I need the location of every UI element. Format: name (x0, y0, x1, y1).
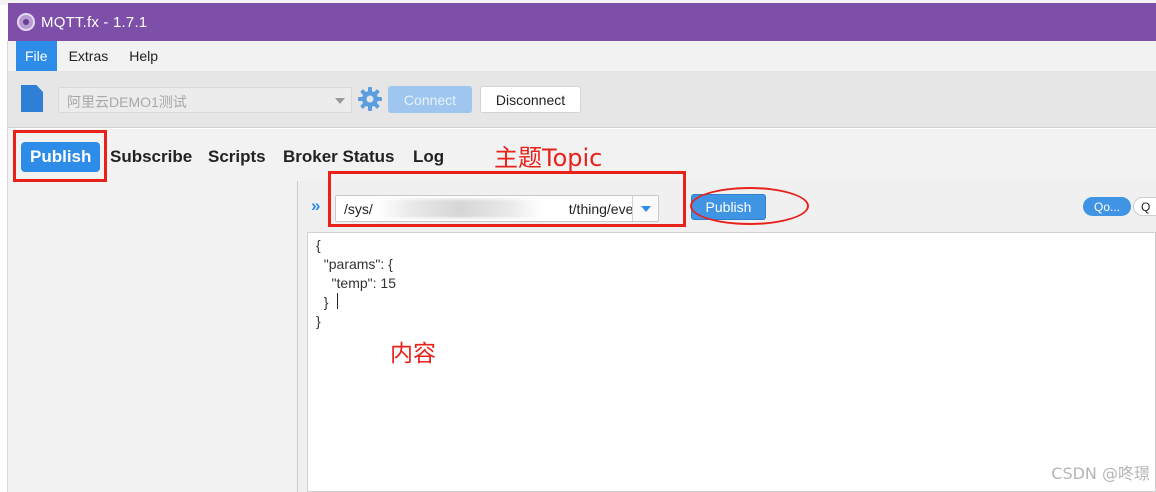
payload-line: "temp": 15 (316, 275, 396, 291)
menu-extras[interactable]: Extras (60, 41, 118, 71)
payload-line: { (316, 237, 321, 253)
double-chevron-right-icon[interactable]: » (311, 196, 320, 216)
connection-profile-value: 阿里云DEMO1测试 (67, 94, 187, 110)
annotation-box-topic (328, 171, 686, 227)
payload-line: } (316, 313, 321, 329)
tab-scripts[interactable]: Scripts (208, 142, 266, 172)
watermark: CSDN @咚璟 (1051, 464, 1150, 483)
chevron-down-icon (335, 98, 345, 104)
menu-file[interactable]: File (16, 41, 57, 71)
qos-button[interactable]: Qo... (1083, 197, 1131, 216)
file-icon[interactable] (21, 85, 43, 112)
payload-line: "params": { (316, 256, 393, 272)
topic-history-panel (8, 181, 298, 492)
title-bar: MQTT.fx - 1.7.1 (8, 3, 1156, 41)
qos-option-button[interactable]: Q (1133, 197, 1156, 216)
connection-profile-select[interactable]: 阿里云DEMO1测试 (58, 87, 352, 113)
disconnect-button[interactable]: Disconnect (480, 86, 581, 113)
connect-button[interactable]: Connect (388, 86, 472, 113)
menu-bar: File Extras Help (8, 41, 1156, 71)
annotation-content-label: 内容 (390, 341, 436, 367)
payload-line: } (316, 294, 329, 310)
mqttfx-app-icon (17, 13, 35, 31)
window-title: MQTT.fx - 1.7.1 (41, 13, 148, 31)
tab-broker-status[interactable]: Broker Status (283, 142, 394, 172)
annotation-oval-publish-button (690, 187, 809, 225)
tab-subscribe[interactable]: Subscribe (110, 142, 192, 172)
menu-help[interactable]: Help (120, 41, 167, 71)
connection-toolbar: 阿里云DEMO1测试 Connect Disconnect (8, 71, 1156, 128)
annotation-topic-label: 主题Topic (494, 144, 603, 172)
tab-log[interactable]: Log (413, 142, 444, 172)
text-cursor (337, 293, 338, 309)
left-edge (0, 41, 8, 492)
gear-icon[interactable] (357, 86, 383, 112)
annotation-box-publish-tab (13, 130, 107, 182)
